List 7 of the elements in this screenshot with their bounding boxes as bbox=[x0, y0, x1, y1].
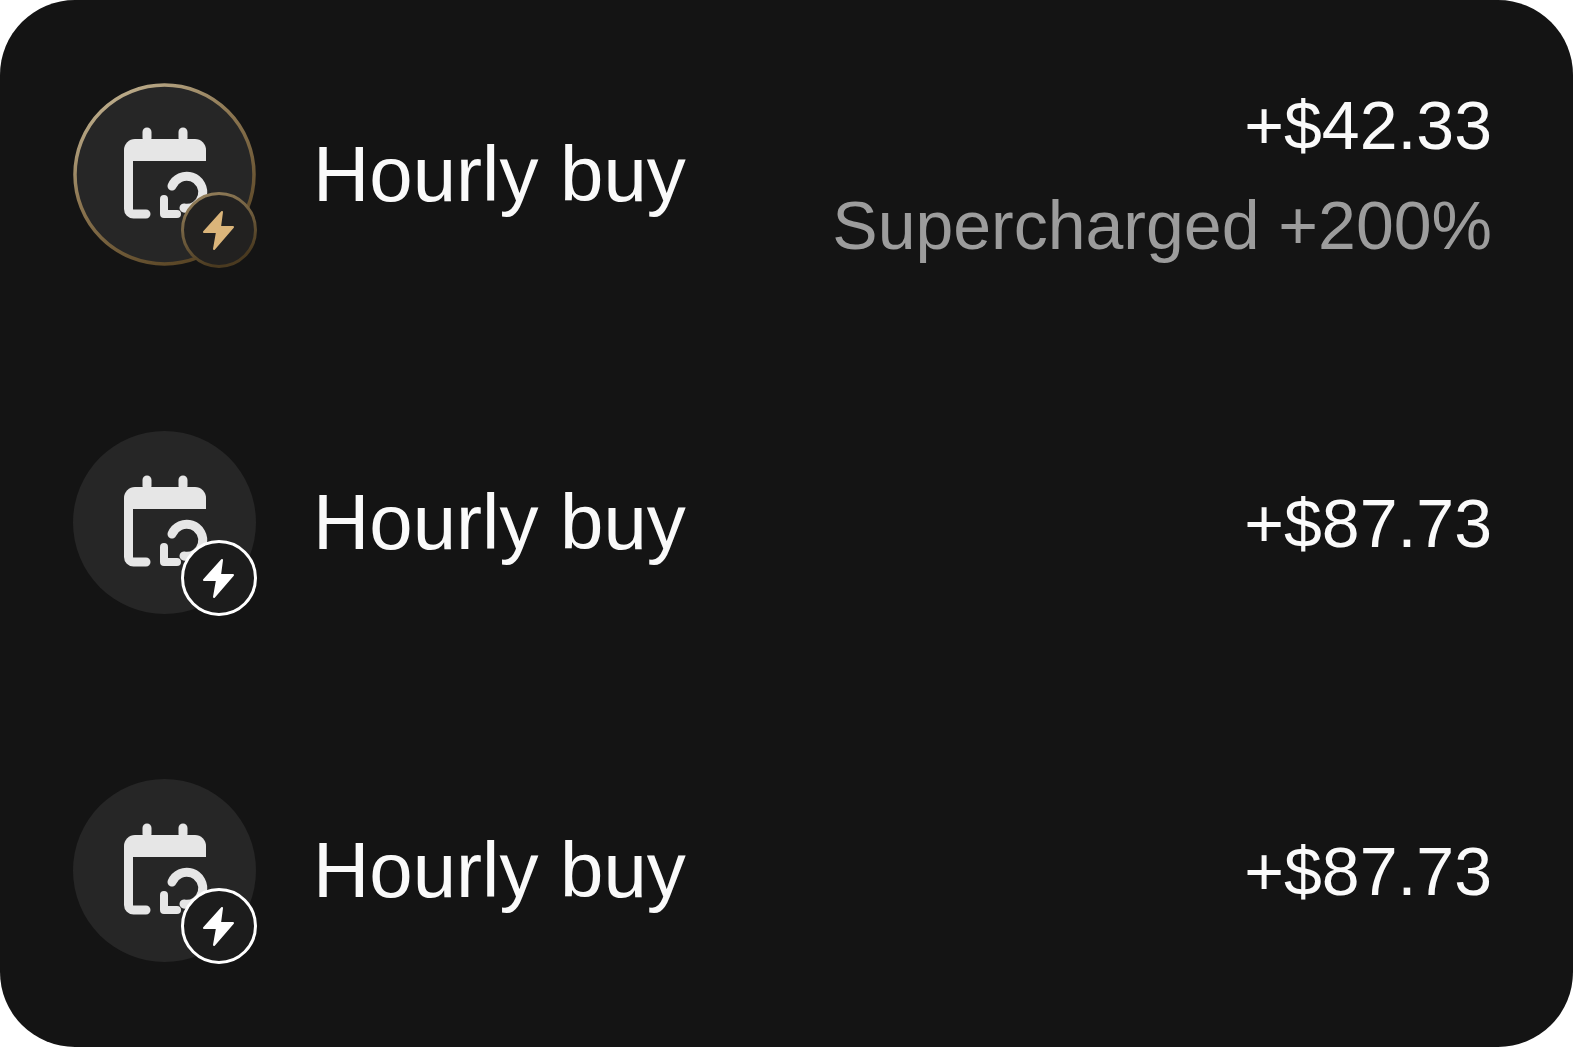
transaction-amount: +$87.73 bbox=[1244, 483, 1492, 563]
transaction-title: Hourly buy bbox=[313, 825, 686, 916]
transaction-title: Hourly buy bbox=[313, 477, 686, 568]
transaction-amount: +$42.33 bbox=[1244, 85, 1492, 165]
boost-note: Supercharged +200% bbox=[832, 185, 1492, 265]
transaction-title: Hourly buy bbox=[313, 129, 686, 220]
transaction-amount: +$87.73 bbox=[1244, 831, 1492, 911]
